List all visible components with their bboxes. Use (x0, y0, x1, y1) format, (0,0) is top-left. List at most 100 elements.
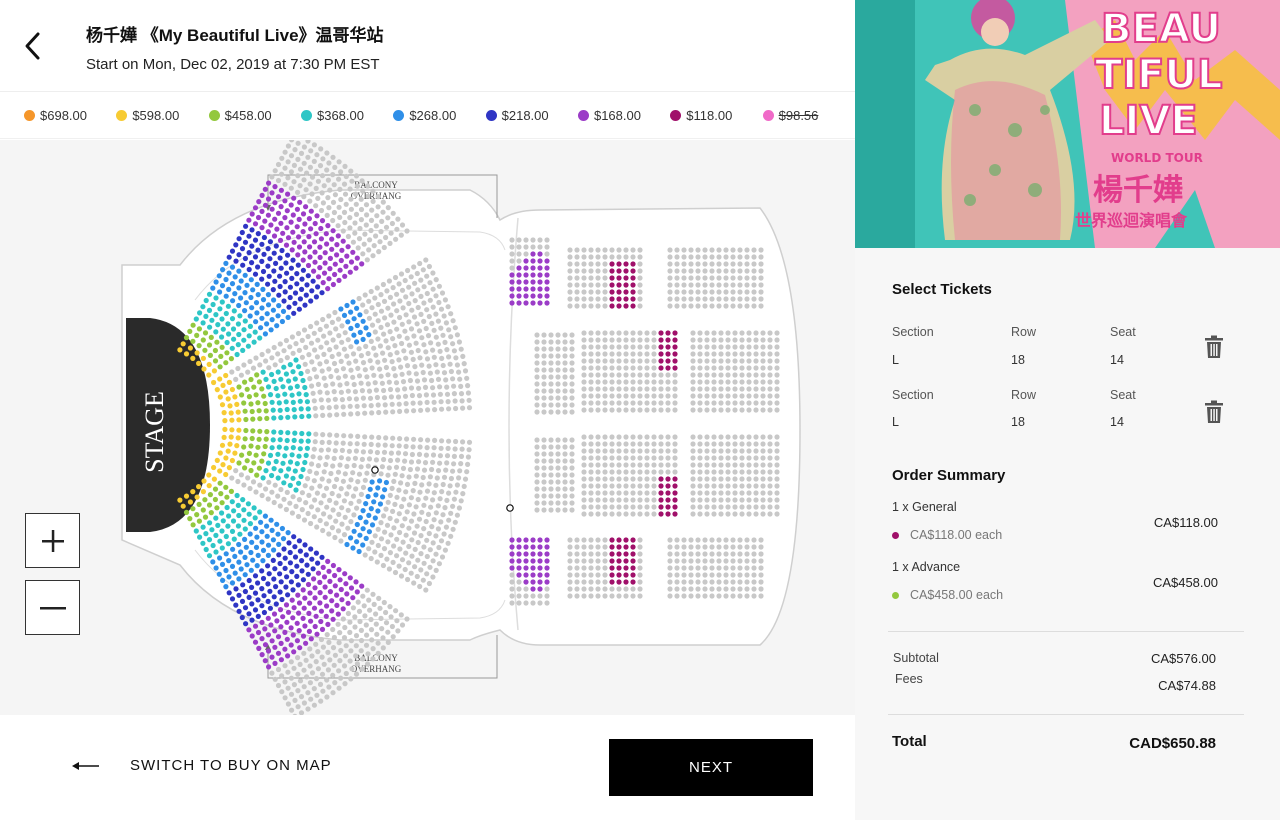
price-filter-item[interactable]: $458.00 (208, 108, 301, 123)
price-filter-item[interactable]: $698.00 (24, 108, 116, 123)
seat (753, 393, 759, 399)
next-button[interactable]: NEXT (609, 739, 813, 796)
seat (581, 358, 587, 364)
seat (744, 572, 750, 578)
seat (305, 571, 311, 577)
seat (534, 402, 540, 408)
seat (322, 584, 328, 590)
price-filter-item[interactable]: $598.00 (116, 108, 208, 123)
seat (616, 358, 622, 364)
seat (415, 557, 421, 563)
seat (284, 574, 290, 580)
seat (716, 296, 722, 302)
seat (581, 393, 587, 399)
seat (310, 390, 316, 396)
seat (300, 577, 306, 583)
seat (602, 504, 608, 510)
seat (423, 349, 429, 355)
seat (327, 578, 333, 584)
seat (326, 366, 332, 372)
seat (716, 558, 722, 564)
seat (574, 247, 580, 253)
seat (548, 507, 554, 513)
seat (732, 434, 738, 440)
price-label: $598.00 (132, 108, 180, 123)
seat (595, 448, 601, 454)
seat (335, 223, 341, 229)
seat (290, 257, 296, 263)
seat (425, 333, 432, 339)
switch-to-map-link[interactable]: SWITCH TO BUY ON MAP (72, 757, 332, 774)
seat (342, 471, 348, 477)
seat (207, 492, 213, 498)
seat (746, 386, 752, 392)
seat (753, 386, 759, 392)
seat (623, 448, 629, 454)
delete-ticket-button[interactable] (1204, 335, 1224, 359)
price-filter-item[interactable]: $218.00 (485, 108, 578, 123)
seat (357, 532, 363, 538)
seat (711, 365, 717, 371)
seat (456, 505, 462, 511)
seat (285, 701, 291, 707)
seat (241, 482, 247, 488)
seat (751, 579, 757, 585)
seat (581, 282, 587, 288)
seat (452, 325, 458, 331)
seat (307, 376, 313, 382)
seat (245, 501, 251, 507)
order-line-each: CA$458.00 each (910, 588, 1004, 602)
seat (548, 437, 554, 443)
seat (259, 225, 265, 231)
seat (534, 395, 540, 401)
price-filter-item[interactable]: $168.00 (577, 108, 670, 123)
zoom-in-button[interactable] (25, 513, 80, 568)
seat (275, 161, 282, 168)
price-filter-item[interactable]: $98.56 (762, 108, 855, 123)
seat (695, 261, 701, 267)
seat (324, 340, 330, 346)
price-filter-item[interactable]: $368.00 (300, 108, 393, 123)
seat (530, 558, 536, 564)
seat (311, 239, 318, 245)
zoom-out-button[interactable] (25, 580, 80, 635)
seat (674, 303, 680, 309)
seat (695, 558, 701, 564)
seat (466, 447, 472, 453)
seat (196, 343, 202, 349)
seat (548, 444, 554, 450)
seat (311, 514, 317, 520)
price-filter-item[interactable]: $118.00 (670, 108, 762, 123)
seat (285, 414, 291, 420)
seat (695, 296, 701, 302)
seat (360, 484, 367, 490)
seat (581, 448, 587, 454)
seat (658, 358, 664, 364)
seat (704, 400, 710, 406)
seat (402, 566, 408, 573)
seat (196, 518, 202, 524)
seat (227, 403, 233, 409)
seat (314, 213, 320, 219)
seat-map[interactable]: BALCONY OVERHANG BALCONY OVERHANG STAGE (0, 140, 855, 715)
seat (399, 523, 405, 529)
seat (567, 296, 573, 302)
seat (651, 497, 657, 503)
seat-map-canvas[interactable]: BALCONY OVERHANG BALCONY OVERHANG STAGE (0, 140, 855, 715)
seat (616, 337, 622, 343)
delete-ticket-button[interactable] (1204, 400, 1224, 424)
price-filter-item[interactable]: $268.00 (393, 108, 485, 123)
seat (382, 357, 388, 363)
seat (318, 698, 324, 704)
seat (445, 540, 451, 546)
seat (355, 365, 361, 371)
seat (254, 534, 260, 540)
seat (711, 504, 717, 510)
seat (746, 407, 752, 413)
seat (219, 500, 225, 506)
seat (427, 280, 433, 286)
seat (658, 407, 664, 413)
seat (667, 247, 673, 253)
back-button[interactable] (20, 30, 48, 62)
seat (352, 624, 358, 630)
